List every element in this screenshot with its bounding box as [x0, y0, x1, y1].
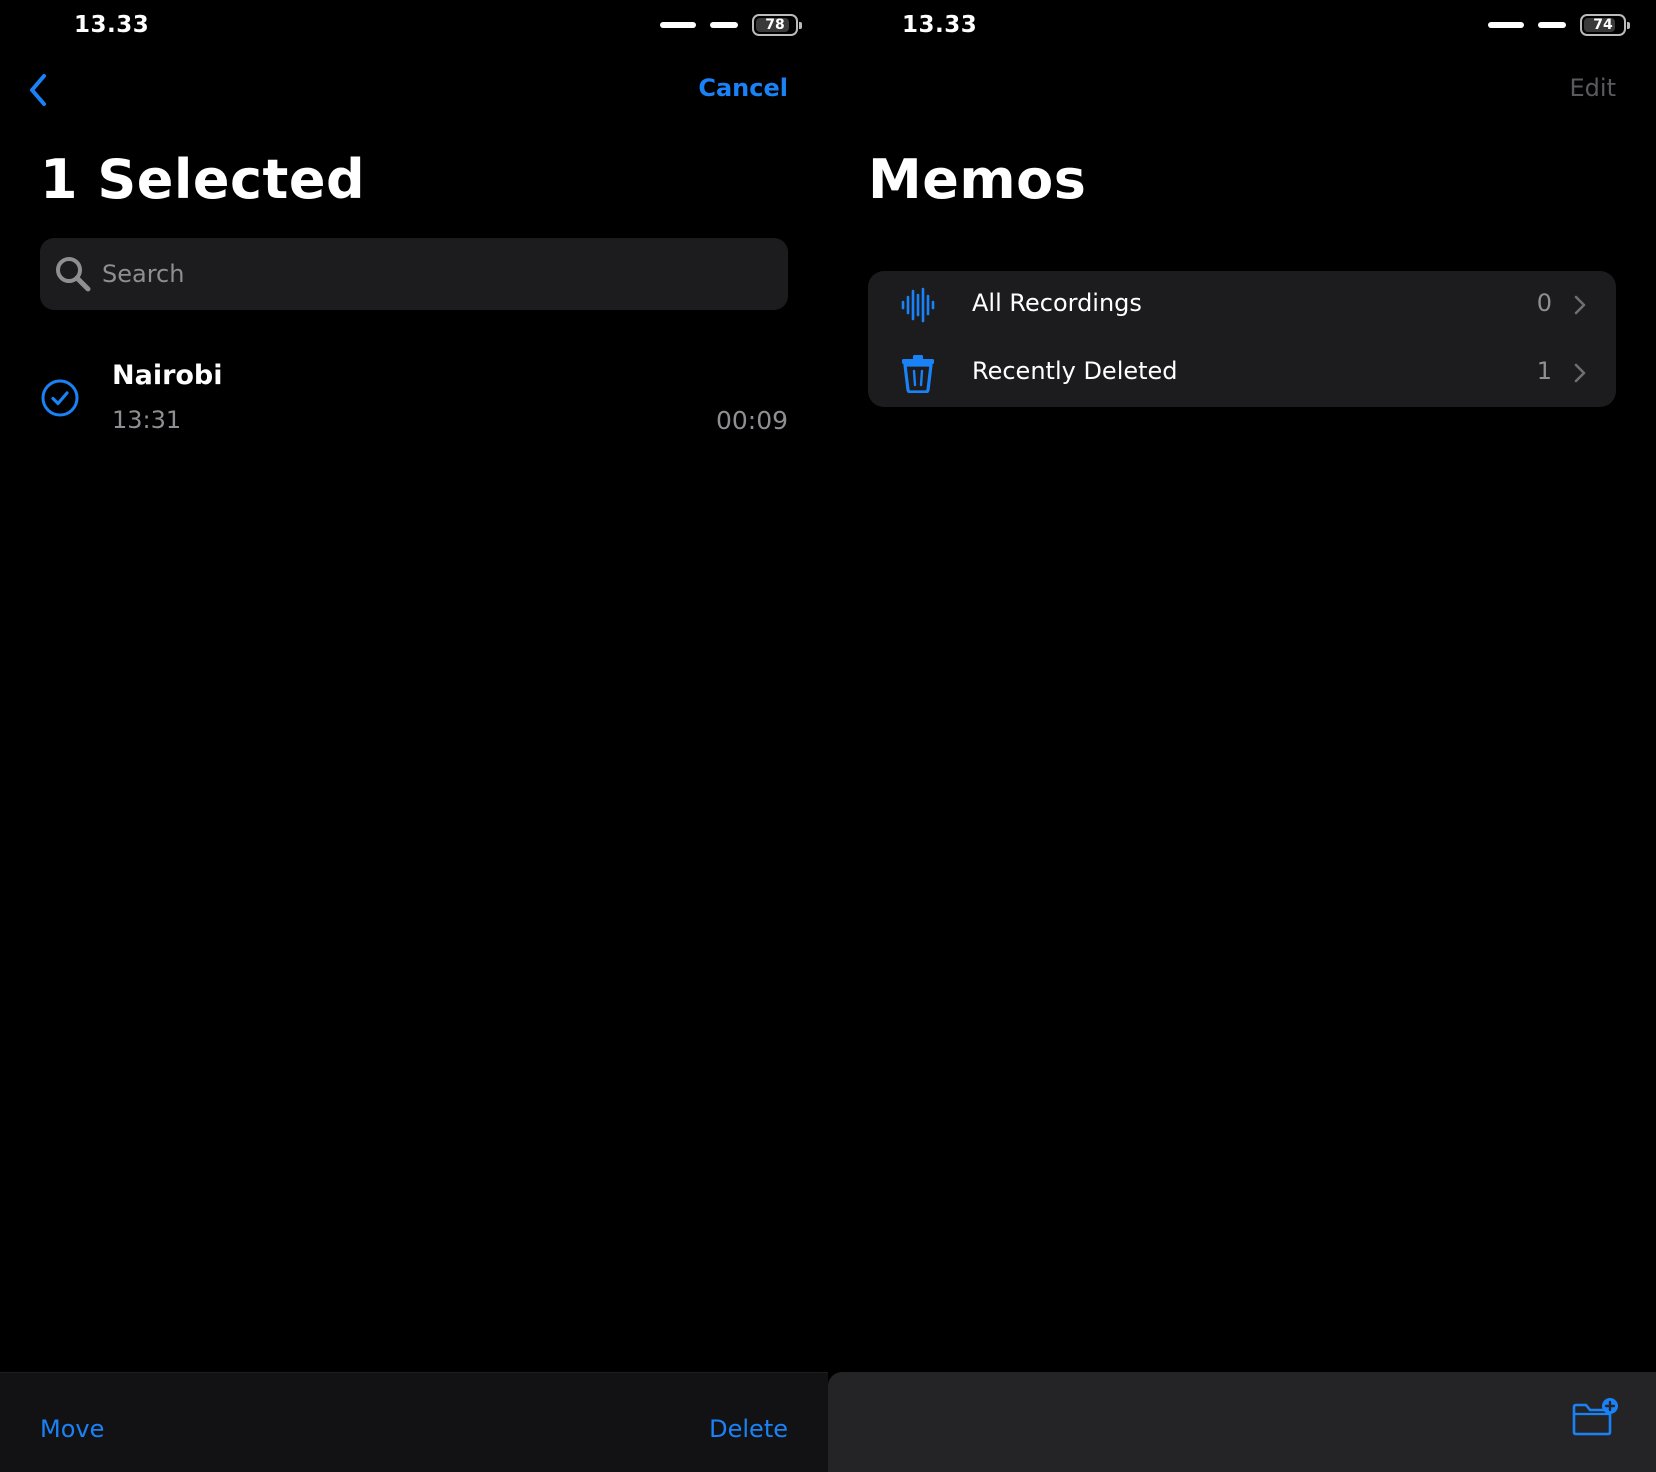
edit-button[interactable]: Edit	[1570, 74, 1616, 102]
cancel-button[interactable]: Cancel	[698, 74, 788, 102]
folder-count: 0	[1536, 289, 1552, 317]
battery-icon: 74	[1580, 14, 1630, 36]
folder-plus-icon[interactable]	[1570, 1396, 1620, 1438]
page-title: 1 Selected	[40, 148, 366, 211]
chevron-left-icon	[30, 74, 46, 106]
search-bar[interactable]	[40, 238, 788, 310]
wifi-icon	[1538, 22, 1566, 28]
battery-level: 78	[765, 17, 785, 33]
search-input[interactable]	[102, 260, 788, 288]
signal-icon	[660, 22, 696, 28]
recording-item[interactable]: Nairobi 13:31 00:09	[0, 350, 828, 450]
trash-icon	[902, 355, 934, 393]
battery-nub	[1627, 22, 1630, 29]
delete-button[interactable]: Delete	[709, 1415, 788, 1443]
folder-row-all-recordings[interactable]: All Recordings 0	[868, 271, 1616, 339]
status-time: 13.33	[902, 12, 978, 38]
recording-time: 13:31	[112, 406, 182, 434]
recording-duration: 00:09	[715, 406, 788, 435]
select-recordings-screen: 13.33 78 Cancel 1 Selected Nairobi 13:31…	[0, 0, 828, 1472]
search-icon	[56, 257, 91, 292]
folder-list: All Recordings 0 Recently Deleted 1	[868, 271, 1616, 407]
waveform-icon	[901, 287, 935, 323]
chevron-right-icon	[1574, 363, 1586, 383]
folder-label: Recently Deleted	[972, 357, 1178, 385]
checkmark-circle-icon[interactable]	[40, 378, 80, 418]
wifi-icon	[710, 22, 738, 28]
folder-label: All Recordings	[972, 289, 1142, 317]
status-indicators: 74	[1488, 12, 1630, 38]
move-button[interactable]: Move	[40, 1415, 104, 1443]
folder-count: 1	[1536, 357, 1552, 385]
battery-level: 74	[1593, 17, 1613, 33]
battery-icon: 78	[752, 14, 802, 36]
chevron-right-icon	[1574, 295, 1586, 315]
battery-nub	[799, 22, 802, 29]
bottom-toolbar	[828, 1372, 1656, 1472]
status-indicators: 78	[660, 12, 802, 38]
recording-title: Nairobi	[112, 360, 223, 391]
bottom-toolbar: Move Delete	[0, 1372, 828, 1472]
signal-icon	[1488, 22, 1524, 28]
folder-row-recently-deleted[interactable]: Recently Deleted 1	[868, 339, 1616, 407]
memos-folders-screen: 13.33 74 Edit Memos All Recordings 0 Rec…	[828, 0, 1656, 1472]
back-button[interactable]	[24, 70, 54, 110]
status-time: 13.33	[74, 12, 150, 38]
page-title: Memos	[868, 148, 1087, 211]
